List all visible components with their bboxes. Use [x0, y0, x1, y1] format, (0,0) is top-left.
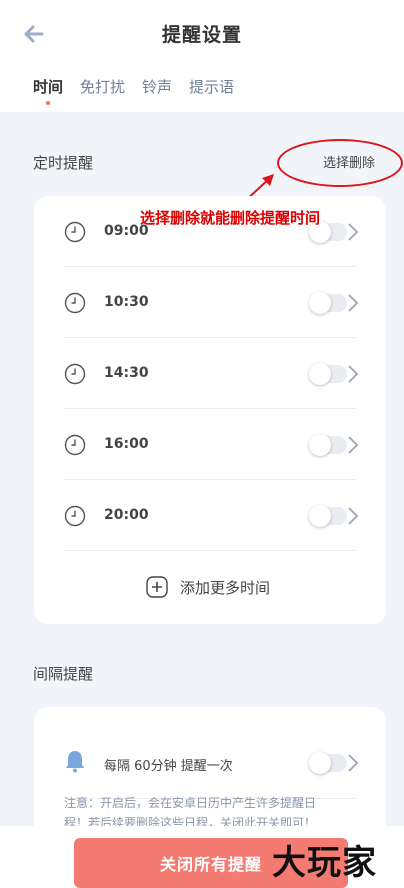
reminder-row[interactable]: 14:30	[64, 338, 359, 409]
chevron-right-icon[interactable]	[347, 222, 359, 242]
reminder-row[interactable]: 10:30	[64, 267, 359, 338]
reminder-row[interactable]: 20:00	[64, 480, 359, 551]
reminder-row[interactable]: 16:00	[64, 409, 359, 480]
active-tab-indicator	[46, 101, 50, 105]
annotation-ellipse	[277, 139, 403, 187]
clock-icon	[64, 221, 86, 243]
note-line: 注意：开启后，会在安卓日历中产生许多提醒日	[64, 796, 317, 810]
toggle-knob	[309, 752, 331, 774]
tab-label: 时间	[33, 78, 64, 96]
tab-time[interactable]: 时间	[33, 76, 64, 105]
chevron-right-icon[interactable]	[347, 753, 359, 773]
bell-icon	[66, 751, 84, 773]
clock-icon	[64, 505, 86, 527]
clock-icon	[64, 292, 86, 314]
toggle-knob	[309, 363, 331, 385]
add-more-time-label: 添加更多时间	[180, 578, 271, 597]
interval-text: 每隔 60分钟 提醒一次	[104, 759, 233, 774]
chevron-right-icon[interactable]	[347, 293, 359, 313]
reminder-toggle[interactable]	[309, 292, 347, 314]
reminder-time: 20:00	[104, 507, 149, 523]
watermark-logo: 大玩家	[272, 843, 377, 883]
reminder-time: 14:30	[104, 365, 149, 381]
toggle-knob	[309, 292, 331, 314]
interval-reminder-row[interactable]: 每隔 60分钟 提醒一次	[64, 727, 359, 799]
tab-prompt[interactable]: 提示语	[189, 76, 234, 97]
clock-icon	[64, 434, 86, 456]
tab-do-not-disturb[interactable]: 免打扰	[80, 76, 125, 97]
interval-toggle[interactable]	[309, 752, 347, 774]
interval-section-title: 间隔提醒	[33, 665, 94, 683]
annotation-text: 选择删除就能删除提醒时间	[140, 209, 321, 227]
chevron-right-icon[interactable]	[347, 364, 359, 384]
timed-reminder-card: 09:00 10:30 14:30 16:00 20:00 添加更多时间	[34, 196, 386, 624]
chevron-right-icon[interactable]	[347, 506, 359, 526]
page-title: 提醒设置	[161, 24, 242, 46]
reminder-toggle[interactable]	[309, 434, 347, 456]
toggle-knob	[309, 505, 331, 527]
reminder-toggle[interactable]	[309, 505, 347, 527]
reminder-toggle[interactable]	[309, 363, 347, 385]
toggle-knob	[309, 434, 331, 456]
timed-section-title: 定时提醒	[33, 154, 94, 172]
reminder-time: 10:30	[104, 294, 149, 310]
top-bar: 提醒设置 时间 免打扰 铃声 提示语	[0, 0, 404, 112]
tab-bar: 时间 免打扰 铃声 提示语	[33, 76, 234, 105]
plus-icon	[146, 576, 168, 598]
tab-ringtone[interactable]: 铃声	[142, 76, 172, 97]
chevron-right-icon[interactable]	[347, 435, 359, 455]
clock-icon	[64, 363, 86, 385]
reminder-time: 16:00	[104, 436, 149, 452]
add-more-time-button[interactable]: 添加更多时间	[146, 576, 270, 598]
